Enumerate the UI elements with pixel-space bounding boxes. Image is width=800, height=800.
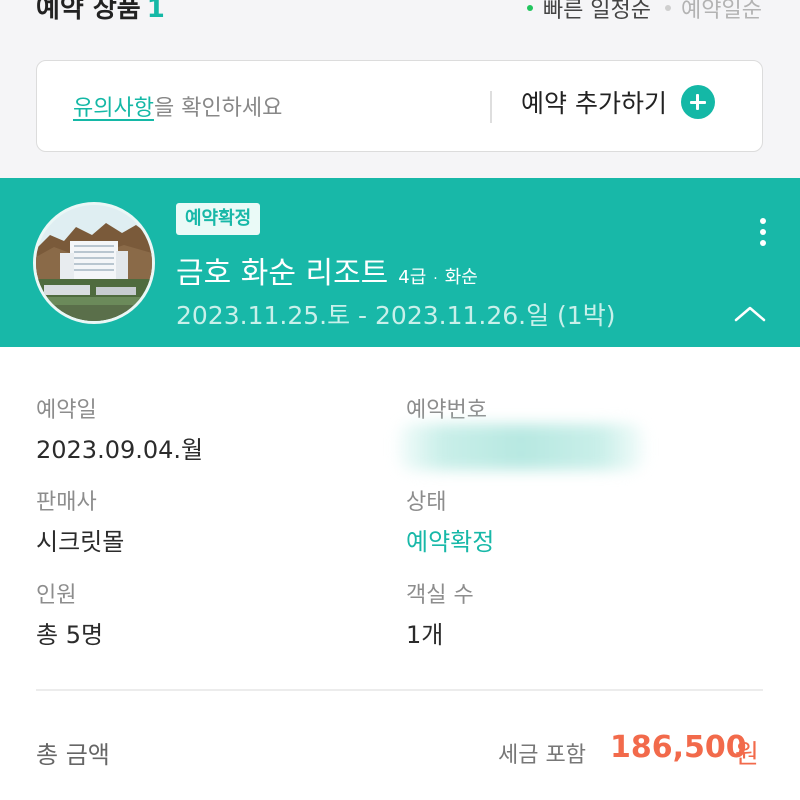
page-title: 예약 상품 1: [36, 0, 165, 25]
sort-label-schedule: 빠른 일정순: [542, 0, 652, 23]
total-amount: 186,500: [610, 730, 747, 765]
hotel-grade: 4급: [398, 267, 427, 288]
top-section: 예약 상품 1 빠른 일정순 예약일순 유의사항을 확인하세요 예약 추가하기: [0, 0, 800, 178]
notice-text: 유의사항을 확인하세요: [73, 90, 282, 122]
booking-date-value: 2023.09.04.월: [36, 436, 204, 464]
sort-by-booking-date[interactable]: 예약일순: [665, 0, 762, 24]
inactive-dot-icon: [665, 5, 672, 11]
rooms-label: 객실 수: [406, 583, 474, 608]
separator-dot: ·: [433, 271, 438, 287]
guests-label: 인원: [36, 583, 77, 608]
sort-by-schedule[interactable]: 빠른 일정순: [526, 0, 652, 24]
add-booking-label: 예약 추가하기: [521, 89, 667, 118]
notice-box: 유의사항을 확인하세요 예약 추가하기: [36, 60, 763, 152]
booking-number-redacted: [398, 424, 644, 470]
collapse-chevron-up-icon[interactable]: [730, 300, 770, 326]
total-label: 총 금액: [36, 741, 110, 769]
seller-value: 시크릿몰: [36, 528, 125, 556]
hotel-thumbnail: [33, 202, 155, 324]
more-options-icon[interactable]: [752, 218, 774, 248]
hotel-photo-icon: [36, 205, 152, 321]
item-count: 1: [146, 0, 165, 24]
total-currency-unit: 원: [735, 740, 759, 770]
plus-circle-icon: [680, 85, 715, 119]
stay-dates: 2023.11.25.토 - 2023.11.26.일 (1박): [176, 301, 616, 330]
divider: [490, 91, 492, 123]
sort-label-booking-date: 예약일순: [681, 0, 762, 23]
status-value: 예약확정: [406, 528, 495, 556]
guests-value: 총 5명: [36, 621, 104, 649]
booking-date-label: 예약일: [36, 398, 97, 423]
sort-options: 빠른 일정순 예약일순: [526, 0, 762, 24]
booking-card-header[interactable]: 예약확정 금호 화순 리조트 4급 · 화순 2023.11.25.토 - 20…: [0, 178, 800, 347]
status-badge: 예약확정: [176, 203, 261, 235]
section-title-text: 예약 상품: [36, 0, 141, 24]
hotel-name: 금호 화순 리조트: [176, 256, 389, 291]
hotel-location: 화순: [444, 267, 478, 288]
divider: [36, 689, 763, 691]
rooms-value: 1개: [406, 621, 444, 649]
active-dot-icon: [526, 5, 533, 11]
status-label: 상태: [406, 490, 447, 515]
tax-note: 세금 포함: [498, 743, 586, 768]
seller-label: 판매사: [36, 490, 97, 515]
notice-link[interactable]: 유의사항: [73, 96, 154, 121]
booking-number-label: 예약번호: [406, 398, 487, 423]
notice-suffix: 을 확인하세요: [153, 96, 283, 121]
hotel-info: 금호 화순 리조트 4급 · 화순: [176, 248, 478, 292]
add-booking-button[interactable]: 예약 추가하기: [521, 84, 715, 120]
